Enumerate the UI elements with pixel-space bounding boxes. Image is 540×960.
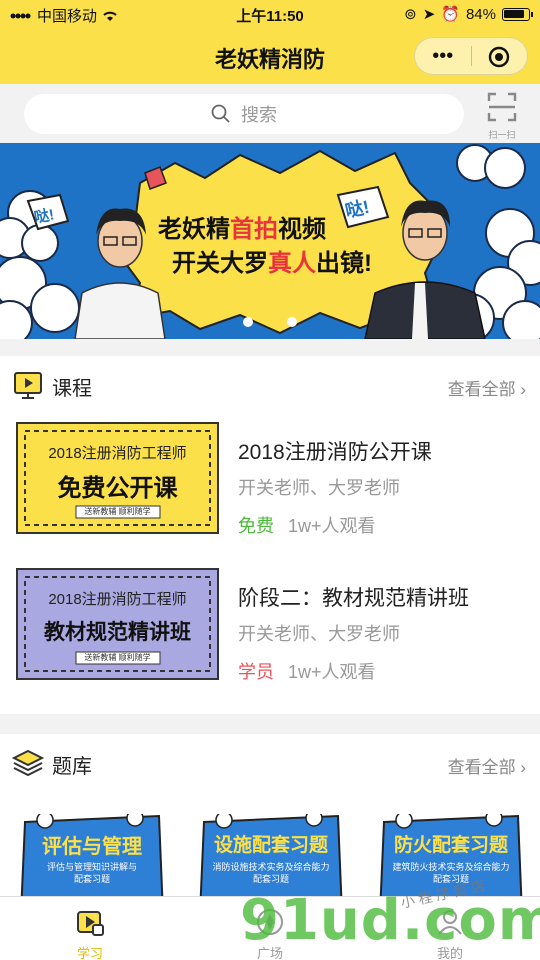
- banner-dot[interactable]: [287, 317, 297, 327]
- courses-view-all[interactable]: 查看全部 ›: [448, 375, 526, 400]
- tab-bar: 学习 广场 我的: [0, 896, 540, 960]
- search-icon: [211, 104, 230, 123]
- tab-label: 学习: [76, 946, 103, 960]
- banner-headline-1: 老妖精首拍视频: [158, 209, 326, 244]
- course-meta: 免费 1w+人观看: [238, 512, 376, 538]
- target-icon[interactable]: [472, 37, 528, 75]
- banner-text-2b: 真人: [268, 250, 316, 277]
- course-meta: 学员 1w+人观看: [238, 658, 376, 684]
- thumb-sub: 送新教辅 顺利随学: [84, 653, 151, 662]
- scan-icon: [487, 92, 517, 122]
- thumb-sub: 送新教辅 顺利随学: [84, 507, 151, 516]
- banner-headline-2: 开关大罗真人出镜!: [172, 243, 372, 278]
- banner-text-1a: 老妖精: [158, 216, 230, 243]
- banner-dot-active[interactable]: [265, 317, 275, 327]
- banner-text-1c: 视频: [278, 216, 326, 243]
- course-teacher: 开关老师、大罗老师: [238, 624, 400, 644]
- promo-banner[interactable]: 哒! 哒! 老妖精首拍视频 开关大罗真人出镜!: [0, 143, 540, 339]
- scan-label: 扫一扫: [488, 130, 516, 140]
- course-views: 1w+人观看: [288, 516, 376, 536]
- courses-view-all-label: 查看全部: [447, 380, 516, 399]
- course-price: 学员: [238, 662, 274, 682]
- tab-profile[interactable]: 我的: [360, 897, 540, 960]
- alarm-icon: ⏰: [441, 6, 460, 23]
- bank-card-sub2: 配套习题: [432, 874, 469, 884]
- scan-button[interactable]: 扫一扫: [482, 92, 522, 140]
- bank-view-all[interactable]: 查看全部 ›: [448, 753, 526, 778]
- courses-title: 课程: [52, 378, 92, 400]
- search-placeholder: 搜索: [241, 105, 277, 125]
- status-bar: 中国移动 上午11:50 ⊚ ➤ ⏰ 84%: [0, 0, 540, 28]
- course-price: 免费: [238, 516, 274, 536]
- nav-bar: 老妖精消防 •••: [0, 28, 540, 84]
- more-dots-icon[interactable]: •••: [415, 37, 471, 75]
- banner-text-2a: 开关大罗: [172, 250, 268, 277]
- banner-pagination: [0, 317, 540, 327]
- profile-icon: [438, 910, 462, 935]
- course-title: 阶段二：教材规范精讲班: [238, 587, 469, 610]
- courses-header: 课程 查看全部 ›: [0, 356, 540, 412]
- bank-card-sub2: 配套习题: [252, 874, 289, 884]
- bank-header: 题库 查看全部 ›: [0, 734, 540, 790]
- battery-icon: [502, 7, 533, 21]
- tab-plaza[interactable]: 广场: [180, 897, 360, 960]
- search-input[interactable]: 搜索: [24, 94, 464, 134]
- course-video-icon: [14, 372, 42, 399]
- course-teacher: 开关老师、大罗老师: [238, 478, 400, 498]
- courses-section: 课程 查看全部 › 2018注册消防工程师 免费公开课 送新教辅 顺利随学 20…: [0, 356, 540, 714]
- bank-title: 题库: [52, 756, 92, 778]
- banner-badge-left: 哒!: [32, 206, 56, 227]
- banner-text-1b: 首拍: [230, 216, 278, 243]
- thumb-year: 2018注册消防工程师: [48, 445, 187, 462]
- orientation-lock-icon: ⊚: [404, 6, 417, 23]
- mini-program-capsule: •••: [414, 37, 528, 75]
- banner-dot[interactable]: [243, 317, 253, 327]
- banner-text-2c: 出镜!: [316, 250, 372, 277]
- bank-card-title: 评估与管理: [42, 836, 142, 858]
- bank-card-sub2: 配套习题: [73, 874, 110, 884]
- thumb-main: 教材规范精讲班: [44, 621, 191, 644]
- tab-study[interactable]: 学习: [0, 897, 180, 960]
- location-icon: ➤: [422, 6, 436, 23]
- search-area: 搜索 扫一扫: [0, 84, 540, 142]
- chevron-right-icon: ›: [520, 380, 526, 399]
- plaza-icon: [257, 909, 283, 935]
- course-item[interactable]: 2018注册消防工程师 免费公开课 送新教辅 顺利随学 2018注册消防公开课 …: [0, 422, 540, 544]
- course-views: 1w+人观看: [288, 662, 376, 682]
- thumb-year: 2018注册消防工程师: [48, 591, 187, 608]
- chevron-right-icon: ›: [520, 758, 526, 777]
- tab-label: 我的: [436, 946, 463, 960]
- layers-icon: [12, 749, 44, 777]
- bank-card-title: 防火配套习题: [393, 835, 508, 856]
- thumb-main: 免费公开课: [57, 475, 178, 502]
- course-title: 2018注册消防公开课: [238, 441, 432, 464]
- bank-card[interactable]: 设施配套习题 消防设施技术实务及综合能力 配套习题: [196, 814, 346, 896]
- bank-view-all-label: 查看全部: [447, 758, 516, 777]
- tab-label: 广场: [256, 946, 283, 960]
- banner-badge-right: 哒!: [343, 196, 372, 222]
- course-item[interactable]: 2018注册消防工程师 教材规范精讲班 送新教辅 顺利随学 阶段二：教材规范精讲…: [0, 568, 540, 690]
- question-bank-section: 题库 查看全部 › 评估与管理 评估与管理知识讲解与 配套习题 设施配套习题 消…: [0, 734, 540, 896]
- bank-card-title: 设施配套习题: [213, 835, 328, 856]
- bank-card[interactable]: 防火配套习题 建筑防火技术实务及综合能力 配套习题: [376, 814, 526, 896]
- battery-percent: 84%: [465, 5, 496, 23]
- study-icon: [77, 911, 104, 936]
- bank-card[interactable]: 评估与管理 评估与管理知识讲解与 配套习题: [17, 814, 167, 896]
- status-right: ⊚ ➤ ⏰ 84%: [404, 5, 533, 23]
